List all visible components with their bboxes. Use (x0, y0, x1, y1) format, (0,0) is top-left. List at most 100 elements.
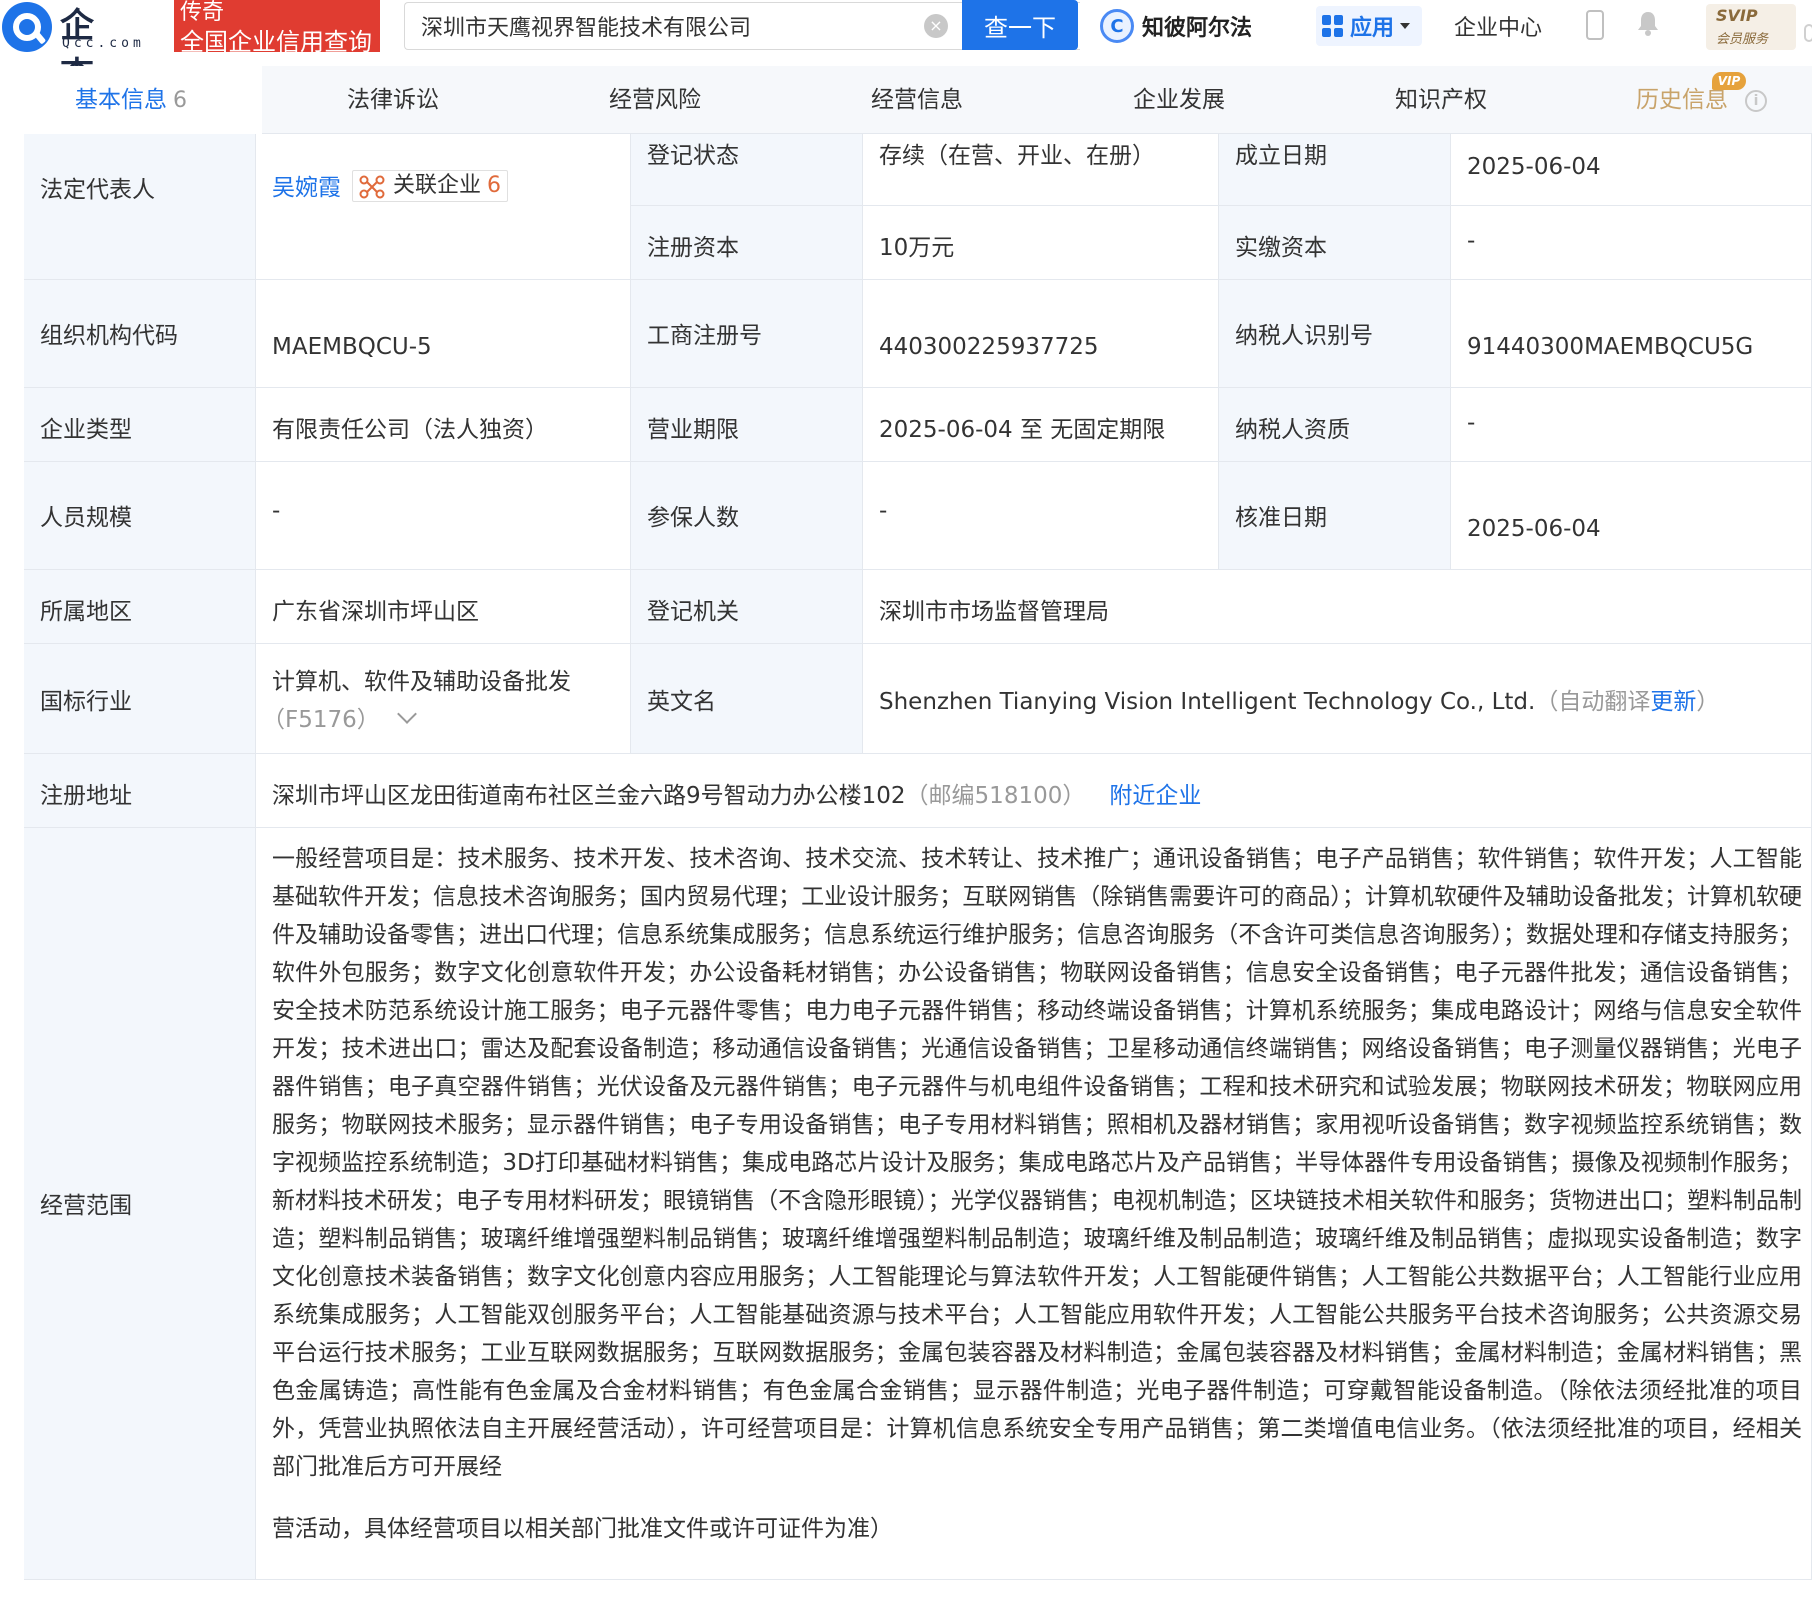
taxpayer-id-label: 纳税人识别号 (1235, 323, 1373, 349)
search-button[interactable]: 查一下 (962, 0, 1078, 50)
org-code-value: MAEMBQCU-5 (272, 334, 432, 360)
related-count: 6 (487, 173, 502, 198)
staff-label-cell: 人员规模 (24, 462, 256, 570)
related-label: 关联企业 (393, 173, 482, 198)
address-line: 深圳市坪山区龙田街道南布社区兰金六路9号智动力办公楼102（邮编518100） 附… (272, 776, 1201, 810)
industry-code[interactable]: （F5176） (262, 700, 417, 734)
address-label-cell: 注册地址 (24, 754, 256, 828)
badge-line-2: 全国企业信用查询 (180, 28, 372, 56)
authority-label: 登记机关 (647, 599, 739, 625)
taxpayer-id-value: 91440300MAEMBQCU5G (1467, 334, 1754, 360)
apps-label: 应用 (1350, 16, 1395, 41)
top-bar: 企查查 Qcc.com 传奇 全国企业信用查询 × 查一下 C 知彼阿尔法 应用… (0, 0, 1812, 144)
region-label: 所属地区 (40, 599, 132, 625)
bell-icon[interactable] (1636, 10, 1660, 36)
reg-status-value: 存续（在营、开业、在册） (879, 143, 1155, 169)
legal-rep-label-cell: 法定代表人 (24, 134, 256, 280)
legal-rep-label: 法定代表人 (40, 177, 155, 203)
found-date-value: 2025-06-04 (1467, 154, 1601, 180)
tab-basic-info[interactable]: 基本信息 6 (0, 66, 262, 134)
en-name-label: 英文名 (647, 689, 716, 715)
paid-capital-label: 实缴资本 (1235, 235, 1327, 261)
authority-value-cell: 深圳市市场监督管理局 (863, 570, 1812, 644)
tab-ip[interactable]: 知识产权 (1310, 66, 1572, 134)
reg-capital-value-cell: 10万元 (863, 206, 1219, 280)
biz-reg-no-label-cell: 工商注册号 (631, 280, 863, 388)
tab-legal-litigation[interactable]: 法律诉讼 (262, 66, 524, 134)
tax-qual-value-cell: - (1451, 388, 1812, 462)
nearby-companies-link[interactable]: 附近企业 (1109, 783, 1201, 809)
scope-label-cell: 经营范围 (24, 828, 256, 1580)
industry-label-cell: 国标行业 (24, 644, 256, 754)
approve-date-value: 2025-06-04 (1467, 516, 1601, 542)
ent-type-value: 有限责任公司（法人独资） (272, 417, 548, 443)
qcc-logo-icon (2, 2, 52, 52)
insured-value: - (879, 498, 888, 524)
ent-type-value-cell: 有限责任公司（法人独资） (256, 388, 631, 462)
reg-status-label: 登记状态 (647, 143, 739, 169)
tab-count: 6 (173, 88, 187, 113)
region-value-cell: 广东省深圳市坪山区 (256, 570, 631, 644)
reg-status-value-cell: 存续（在营、开业、在册） (863, 134, 1219, 206)
ai-alpha-label: 知彼阿尔法 (1142, 16, 1253, 41)
svip-member-button[interactable]: SVIP 会员服务 (1706, 4, 1796, 50)
ai-alpha-icon: C (1100, 9, 1134, 43)
en-name-value: Shenzhen Tianying Vision Intelligent Tec… (879, 689, 1536, 715)
scope-text: 一般经营项目是：技术服务、技术开发、技术咨询、技术交流、技术转让、技术推广；通讯… (272, 840, 1802, 1548)
region-label-cell: 所属地区 (24, 570, 256, 644)
biz-term-value-cell: 2025-06-04 至 无固定期限 (863, 388, 1219, 462)
related-companies-button[interactable]: 关联企业 6 (352, 170, 509, 202)
found-date-label-cell: 成立日期 (1219, 134, 1451, 206)
nav-apps-dropdown[interactable]: 应用 (1316, 6, 1422, 46)
address-value-cell: 深圳市坪山区龙田街道南布社区兰金六路9号智动力办公楼102（邮编518100） 附… (256, 754, 1812, 828)
insured-label: 参保人数 (647, 505, 739, 531)
industry-label: 国标行业 (40, 689, 132, 715)
svip-subtitle: 会员服务 (1716, 32, 1769, 47)
tab-development[interactable]: 企业发展 (1048, 66, 1310, 134)
insured-value-cell: - (863, 462, 1219, 570)
en-name-label-cell: 英文名 (631, 644, 863, 754)
tab-label: 基本信息 (75, 87, 167, 113)
auto-translate-close: ） (1696, 689, 1720, 715)
nav-ai-alpha[interactable]: C 知彼阿尔法 (1100, 4, 1252, 48)
reg-status-label-cell: 登记状态 (631, 134, 863, 206)
clear-icon[interactable]: × (924, 14, 948, 38)
staff-value: - (272, 498, 281, 524)
svip-title: SVIP (1716, 6, 1758, 25)
nav-enterprise-center[interactable]: 企业中心 (1454, 10, 1542, 42)
tax-qual-label-cell: 纳税人资质 (1219, 388, 1451, 462)
tab-business-info[interactable]: 经营信息 (786, 66, 1048, 134)
biz-term-value: 2025-06-04 至 无固定期限 (879, 417, 1166, 443)
ent-type-label: 企业类型 (40, 417, 132, 443)
network-icon (359, 175, 385, 199)
approve-date-label-cell: 核准日期 (1219, 462, 1451, 570)
auto-translate-open: （自动翻译 (1535, 689, 1651, 715)
legal-rep-name[interactable]: 吴婉霞 (272, 168, 341, 202)
vip-badge: VIP (1712, 72, 1746, 90)
taxpayer-id-value-cell: 91440300MAEMBQCU5G (1451, 280, 1812, 388)
authority-label-cell: 登记机关 (631, 570, 863, 644)
biz-term-label: 营业期限 (647, 417, 739, 443)
scope-label: 经营范围 (40, 1193, 132, 1219)
logo-domain: Qcc.com (62, 36, 145, 51)
org-code-label-cell: 组织机构代码 (24, 280, 256, 388)
mobile-phone-icon[interactable] (1586, 10, 1604, 40)
postcode: （邮编518100） (905, 783, 1086, 809)
tab-business-risk[interactable]: 经营风险 (524, 66, 786, 134)
reg-capital-label-cell: 注册资本 (631, 206, 863, 280)
found-date-label: 成立日期 (1235, 143, 1327, 169)
update-translation-link[interactable]: 更新 (1650, 689, 1696, 715)
found-date-value-cell: 2025-06-04 (1451, 134, 1812, 206)
en-name-value-cell: Shenzhen Tianying Vision Intelligent Tec… (863, 644, 1812, 754)
org-code-label: 组织机构代码 (40, 323, 178, 349)
authority-value: 深圳市市场监督管理局 (879, 599, 1109, 625)
section-tabs: 基本信息 6 法律诉讼 经营风险 经营信息 企业发展 知识产权 历史信息 (0, 66, 1812, 134)
scope-value-cell: 一般经营项目是：技术服务、技术开发、技术咨询、技术交流、技术转让、技术推广；通讯… (256, 828, 1812, 1580)
address-label: 注册地址 (40, 783, 132, 809)
info-icon[interactable]: i (1745, 90, 1767, 112)
more-icon[interactable] (1804, 24, 1812, 42)
paid-capital-value-cell: - (1451, 206, 1812, 280)
region-value: 广东省深圳市坪山区 (272, 599, 479, 625)
org-code-value-cell: MAEMBQCU-5 (256, 280, 631, 388)
chevron-down-icon (396, 704, 417, 724)
